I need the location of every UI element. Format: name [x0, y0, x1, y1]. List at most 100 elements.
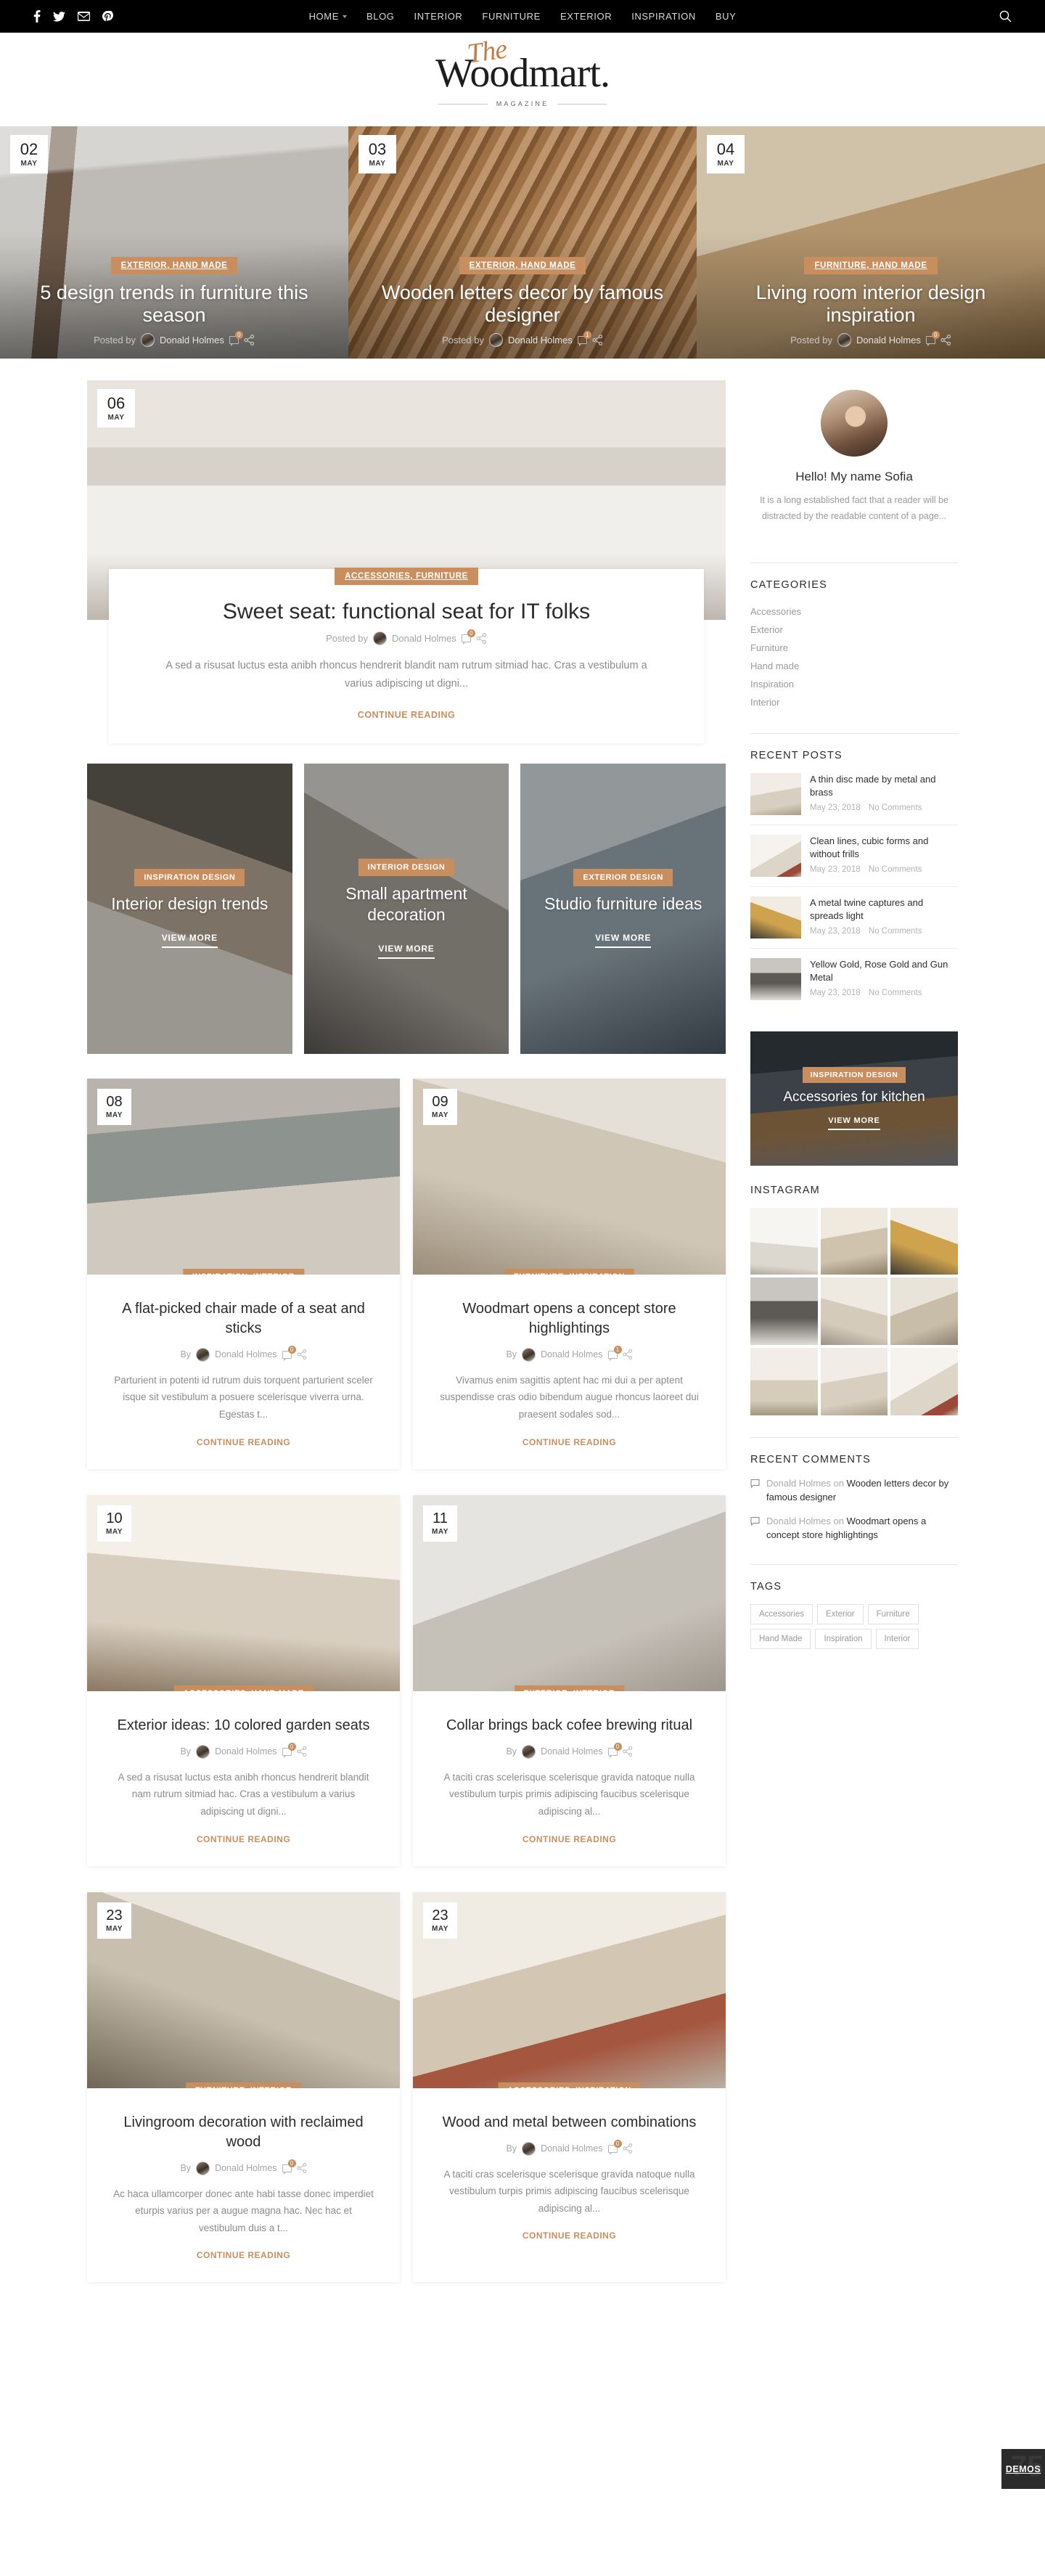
post-title[interactable]: Exterior ideas: 10 colored garden seats	[113, 1716, 374, 1735]
instagram-item[interactable]	[890, 1348, 958, 1415]
view-more-button[interactable]: VIEW MORE	[378, 944, 435, 959]
twitter-icon[interactable]	[53, 11, 65, 22]
author-name[interactable]: Donald Holmes	[392, 633, 456, 644]
nav-item-interior[interactable]: INTERIOR	[414, 11, 463, 22]
nav-item-blog[interactable]: BLOG	[366, 11, 395, 22]
comment-item[interactable]: Donald Holmes on Wooden letters decor by…	[750, 1477, 958, 1505]
share-icon[interactable]	[592, 335, 603, 345]
site-logo[interactable]: The Woodmart. MAGAZINE	[0, 33, 1045, 126]
category-badge[interactable]: INSPIRATION, INTERIOR	[182, 1268, 305, 1275]
share-icon[interactable]	[940, 335, 951, 345]
instagram-item[interactable]	[750, 1348, 818, 1415]
demos-button[interactable]: 75 DEMOS	[1001, 2449, 1045, 2489]
nav-item-buy[interactable]: BUY	[716, 11, 737, 22]
category-link-interior[interactable]: Interior	[750, 693, 958, 711]
author-name[interactable]: Donald Holmes	[541, 1349, 602, 1359]
hero-slide-title[interactable]: Wooden letters decor by famous designer	[363, 282, 682, 327]
author-name[interactable]: Donald Holmes	[215, 1349, 276, 1359]
comment-count[interactable]: 0	[282, 1742, 296, 1758]
hero-slide[interactable]: 02 MAY EXTERIOR, HAND MADE 5 design tren…	[0, 126, 348, 359]
tag-furniture[interactable]: Furniture	[867, 1604, 919, 1625]
recent-post-item[interactable]: Yellow Gold, Rose Gold and Gun Metal May…	[750, 949, 958, 1010]
author-name[interactable]: Donald Holmes	[508, 335, 573, 345]
share-icon[interactable]	[622, 1349, 633, 1360]
pinterest-icon[interactable]	[102, 11, 113, 22]
view-more-button[interactable]: VIEW MORE	[828, 1116, 880, 1130]
nav-item-home[interactable]: HOME	[309, 11, 347, 22]
recent-post-title[interactable]: A metal twine captures and spreads light	[810, 896, 958, 923]
category-badge[interactable]: ACCESSORIES, FURNITURE	[335, 568, 478, 585]
featured-title[interactable]: Sweet seat: functional seat for IT folks	[138, 599, 675, 625]
tag-interior[interactable]: Interior	[875, 1629, 919, 1650]
comment-count[interactable]: 0	[925, 331, 940, 346]
instagram-item[interactable]	[820, 1277, 888, 1346]
share-icon[interactable]	[296, 1746, 307, 1757]
comment-count[interactable]: 0	[282, 1345, 296, 1361]
email-icon[interactable]	[78, 12, 90, 21]
post-title[interactable]: A flat-picked chair made of a seat and s…	[113, 1299, 374, 1338]
category-badge[interactable]: FURNITURE, INTERIOR	[185, 2082, 302, 2088]
category-badge[interactable]: EXTERIOR, HAND MADE	[110, 256, 238, 274]
continue-reading-link[interactable]: CONTINUE READING	[197, 2250, 290, 2260]
post-thumbnail[interactable]: 09 MAY FURNITURE, INSPIRATION	[413, 1078, 726, 1275]
continue-reading-link[interactable]: CONTINUE READING	[522, 2231, 616, 2241]
search-icon[interactable]	[999, 10, 1012, 23]
comment-count[interactable]: 0	[282, 2159, 296, 2175]
author-name[interactable]: Donald Holmes	[541, 1746, 602, 1757]
post-title[interactable]: Wood and metal between combinations	[439, 2113, 700, 2133]
instagram-item[interactable]	[820, 1348, 888, 1415]
instagram-item[interactable]	[890, 1277, 958, 1346]
hero-slide[interactable]: 04 MAY FURNITURE, HAND MADE Living room …	[697, 126, 1045, 359]
post-thumbnail[interactable]: 08 MAY INSPIRATION, INTERIOR	[87, 1078, 400, 1275]
post-thumbnail[interactable]: 23 MAY ACCESSORIES, INSPIRATION	[413, 1892, 726, 2088]
sidebar-promo-card[interactable]: INSPIRATION DESIGN Accessories for kitch…	[750, 1031, 958, 1166]
instagram-item[interactable]	[820, 1207, 888, 1275]
category-link-exterior[interactable]: Exterior	[750, 621, 958, 639]
instagram-item[interactable]	[750, 1277, 818, 1346]
author-name[interactable]: Donald Holmes	[215, 2163, 276, 2173]
recent-post-item[interactable]: A metal twine captures and spreads light…	[750, 887, 958, 949]
category-badge[interactable]: FURNITURE, INSPIRATION	[504, 1268, 634, 1275]
category-link-accessories[interactable]: Accessories	[750, 602, 958, 621]
comment-count[interactable]: 0	[607, 2139, 622, 2155]
share-icon[interactable]	[476, 633, 487, 644]
comment-count[interactable]: 1	[607, 1345, 622, 1361]
view-more-button[interactable]: VIEW MORE	[161, 933, 218, 949]
hero-slide-title[interactable]: 5 design trends in furniture this season	[15, 282, 334, 327]
promo-card[interactable]: INTERIOR DESIGN Small apartment decorati…	[303, 763, 509, 1054]
instagram-item[interactable]	[890, 1207, 958, 1275]
share-icon[interactable]	[622, 2143, 633, 2154]
author-name[interactable]: Donald Holmes	[856, 335, 921, 345]
continue-reading-link[interactable]: CONTINUE READING	[197, 1437, 290, 1447]
post-thumbnail[interactable]: 23 MAY FURNITURE, INTERIOR	[87, 1892, 400, 2088]
continue-reading-link[interactable]: CONTINUE READING	[522, 1437, 616, 1447]
post-thumbnail[interactable]: 11 MAY EXTERIOR, INTERIOR	[413, 1495, 726, 1691]
post-title[interactable]: Woodmart opens a concept store highlight…	[439, 1299, 700, 1338]
post-title[interactable]: Livingroom decoration with reclaimed woo…	[113, 2113, 374, 2152]
recent-post-item[interactable]: Clean lines, cubic forms and without fri…	[750, 825, 958, 887]
recent-post-item[interactable]: A thin disc made by metal and brass May …	[750, 772, 958, 825]
tag-accessories[interactable]: Accessories	[750, 1604, 813, 1625]
category-badge[interactable]: EXTERIOR, INTERIOR	[514, 1685, 625, 1691]
post-thumbnail[interactable]: 10 MAY ACCESSORIES, HAND MADE	[87, 1495, 400, 1691]
tag-hand-made[interactable]: Hand Made	[750, 1629, 811, 1650]
author-name[interactable]: Donald Holmes	[541, 2143, 602, 2154]
comment-item[interactable]: Donald Holmes on Woodmart opens a concep…	[750, 1515, 958, 1542]
comment-count[interactable]: 0	[607, 1742, 622, 1758]
recent-post-title[interactable]: Clean lines, cubic forms and without fri…	[810, 835, 958, 861]
category-link-furniture[interactable]: Furniture	[750, 639, 958, 657]
category-link-hand-made[interactable]: Hand made	[750, 657, 958, 675]
category-badge[interactable]: ACCESSORIES, INSPIRATION	[498, 2082, 641, 2088]
hero-slide[interactable]: 03 MAY EXTERIOR, HAND MADE Wooden letter…	[348, 126, 697, 359]
instagram-item[interactable]	[750, 1207, 818, 1275]
facebook-icon[interactable]	[33, 10, 41, 23]
comment-count[interactable]: 1	[577, 331, 591, 346]
author-name[interactable]: Donald Holmes	[160, 335, 224, 345]
tag-exterior[interactable]: Exterior	[817, 1604, 864, 1625]
nav-item-exterior[interactable]: EXTERIOR	[560, 11, 612, 22]
share-icon[interactable]	[296, 2163, 307, 2173]
continue-reading-link[interactable]: CONTINUE READING	[522, 1834, 616, 1844]
post-title[interactable]: Collar brings back cofee brewing ritual	[439, 1716, 700, 1735]
share-icon[interactable]	[296, 1349, 307, 1360]
recent-post-title[interactable]: Yellow Gold, Rose Gold and Gun Metal	[810, 958, 958, 984]
